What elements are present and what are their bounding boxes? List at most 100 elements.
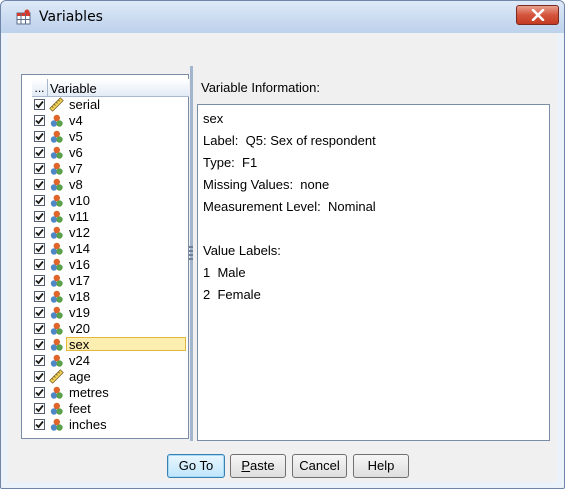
variable-name: v6 [69,145,83,160]
variable-name: v16 [69,257,90,272]
ruler-scale-icon [49,97,64,112]
info-line: Type: F1 [203,155,258,170]
variable-checkbox[interactable] [34,355,45,366]
splitter-grip[interactable] [189,246,193,260]
variable-name: serial [69,97,101,112]
nominal-icon [49,177,64,192]
info-line: 1 Male [203,265,246,280]
variable-row[interactable]: v17 [32,273,188,288]
nominal-icon [49,241,64,256]
nominal-icon [49,353,64,368]
variable-row[interactable]: v24 [32,353,188,368]
variable-row[interactable]: metres [32,385,188,400]
variable-checkbox[interactable] [34,323,45,334]
variable-row[interactable]: sex [32,337,188,352]
nominal-icon [49,193,64,208]
nominal-icon [49,161,64,176]
variable-row[interactable]: v16 [32,257,188,272]
info-line: 2 Female [203,287,261,302]
variable-information-label: Variable Information: [201,80,320,95]
variable-checkbox[interactable] [34,115,45,126]
variable-name: v17 [69,273,90,288]
info-line: Missing Values: none [203,177,330,192]
variable-checkbox[interactable] [34,179,45,190]
variable-row[interactable]: v12 [32,225,188,240]
variable-row[interactable]: v6 [32,145,188,160]
nominal-icon [49,401,64,416]
variable-row[interactable]: age [32,369,188,384]
nominal-icon [49,209,64,224]
variable-name: v7 [69,161,83,176]
header-variable-label: Variable [50,81,97,96]
nominal-icon [49,337,64,352]
variable-list-header[interactable]: ... Variable [32,79,189,97]
variable-checkbox[interactable] [34,291,45,302]
variable-name: v10 [69,193,90,208]
variable-checkbox[interactable] [34,243,45,254]
variable-name: metres [69,385,109,400]
variable-name: v12 [69,225,90,240]
variable-checkbox[interactable] [34,211,45,222]
nominal-icon [49,225,64,240]
help-button[interactable]: Help [353,454,409,478]
variable-row[interactable]: feet [32,401,188,416]
variable-row[interactable]: v14 [32,241,188,256]
variable-checkbox[interactable] [34,227,45,238]
nominal-icon [49,145,64,160]
close-icon [531,9,544,21]
variable-checkbox[interactable] [34,275,45,286]
variable-checkbox[interactable] [34,147,45,158]
header-options-column[interactable]: ... [32,79,48,96]
variable-row[interactable]: v4 [32,113,188,128]
variable-checkbox[interactable] [34,371,45,382]
variable-row[interactable]: v11 [32,209,188,224]
variable-checkbox[interactable] [34,195,45,206]
variable-name: age [69,369,91,384]
variable-row[interactable]: v19 [32,305,188,320]
close-button[interactable] [516,5,559,25]
cancel-button[interactable]: Cancel [292,454,347,478]
paste-mnemonic: P [241,458,251,473]
variable-row[interactable]: serial [32,97,188,112]
ruler-scale-icon [49,369,64,384]
info-line: Value Labels: [203,243,281,258]
variable-checkbox[interactable] [34,259,45,270]
variable-checkbox[interactable] [34,339,45,350]
variable-list[interactable]: ... Variable serial v4 v5 v6 v7 v8 v10 v11 v12 v1… [21,74,189,439]
go-to-button[interactable]: Go To [167,454,225,478]
paste-button[interactable]: Paste [230,454,286,478]
variable-name: v14 [69,241,90,256]
info-line: Measurement Level: Nominal [203,199,376,214]
variable-checkbox[interactable] [34,419,45,430]
variable-checkbox[interactable] [34,99,45,110]
variable-name: v24 [69,353,90,368]
variables-app-icon [16,9,31,25]
nominal-icon [49,321,64,336]
window-title: Variables [39,9,103,25]
variable-name: sex [66,337,186,351]
nominal-icon [49,273,64,288]
variable-checkbox[interactable] [34,387,45,398]
variable-row[interactable]: v8 [32,177,188,192]
info-line: sex [203,111,224,126]
variable-information-box: sex Label: Q5: Sex of respondent Type: F1 M… [197,104,550,441]
variable-name: v5 [69,129,83,144]
variable-checkbox[interactable] [34,131,45,142]
variable-row[interactable]: v5 [32,129,188,144]
nominal-icon [49,417,64,432]
variable-row[interactable]: v18 [32,289,188,304]
variable-checkbox[interactable] [34,307,45,318]
variable-row[interactable]: inches [32,417,188,432]
variable-checkbox[interactable] [34,403,45,414]
variable-checkbox[interactable] [34,163,45,174]
title-bar[interactable]: Variables [1,1,564,33]
nominal-icon [49,385,64,400]
nominal-icon [49,305,64,320]
variable-row[interactable]: v10 [32,193,188,208]
nominal-icon [49,113,64,128]
variable-row[interactable]: v7 [32,161,188,176]
variable-name: feet [69,401,91,416]
variable-name: v18 [69,289,90,304]
nominal-icon [49,129,64,144]
variable-row[interactable]: v20 [32,321,188,336]
